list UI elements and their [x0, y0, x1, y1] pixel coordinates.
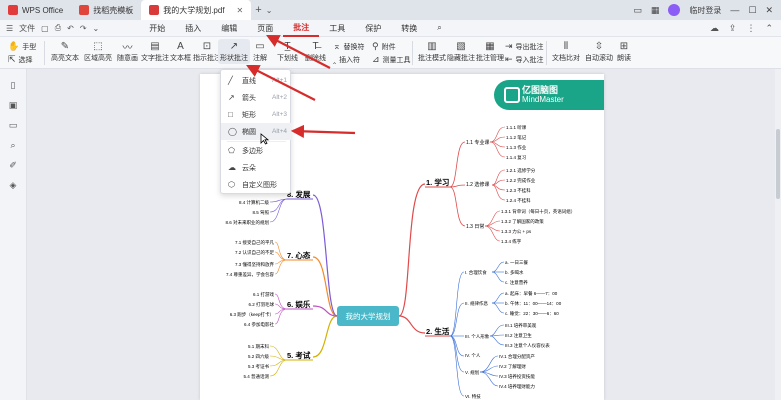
arrow-to-ellipse-option — [290, 124, 356, 138]
annotation-arrows — [246, 34, 356, 138]
scrollbar-thumb[interactable] — [776, 129, 780, 199]
arrow-to-shape-comment — [246, 65, 316, 101]
arrow-to-comment-menu — [266, 34, 331, 69]
vertical-scrollbar[interactable] — [775, 69, 781, 400]
